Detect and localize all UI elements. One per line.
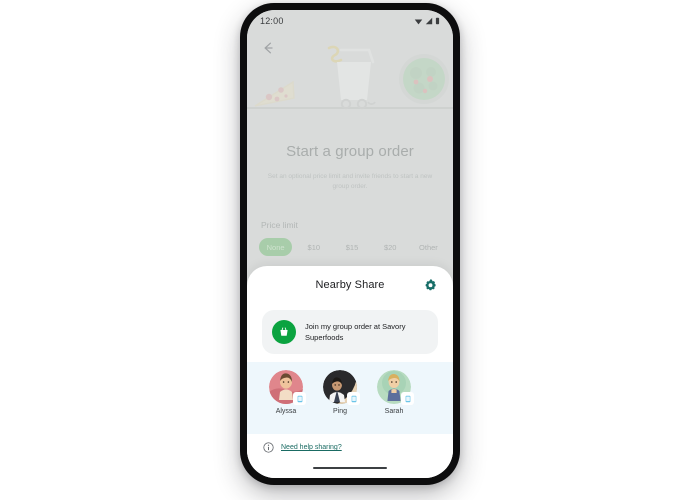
- price-chip-15[interactable]: $15: [335, 238, 368, 256]
- salad-bowl-illustration: [397, 52, 451, 106]
- home-indicator[interactable]: [313, 466, 387, 469]
- wifi-icon: [414, 19, 423, 25]
- phone-device-frame: Start a group order Set an optional pric…: [240, 3, 460, 485]
- avatar-wrap: [323, 370, 360, 405]
- contact-alyssa[interactable]: Alyssa: [265, 370, 307, 415]
- avatar-wrap: [377, 370, 414, 405]
- share-preview-card: Join my group order at Savory Superfoods: [262, 310, 438, 354]
- contact-ping[interactable]: Ping: [319, 370, 361, 415]
- nearby-contacts-row: Alyssa Ping Sarah: [259, 370, 441, 426]
- page-title: Start a group order: [286, 143, 414, 160]
- screenshot-stage: Start a group order Set an optional pric…: [0, 0, 700, 500]
- phone-screen: Start a group order Set an optional pric…: [247, 10, 453, 478]
- phone-device-icon: [293, 392, 306, 405]
- contact-name: Ping: [332, 408, 347, 415]
- back-arrow-icon: [264, 42, 273, 54]
- contact-name: Sarah: [384, 408, 404, 415]
- nearby-share-sheet: Nearby Share Join my group order at Savo…: [247, 266, 453, 478]
- sheet-header: Nearby Share: [247, 266, 453, 304]
- battery-icon: [435, 17, 440, 25]
- shopping-basket-icon: [272, 320, 296, 344]
- status-bar: 12:00: [247, 10, 453, 32]
- price-chip-10[interactable]: $10: [297, 238, 330, 256]
- info-icon: [263, 442, 274, 453]
- help-row: Need help sharing?: [263, 442, 342, 453]
- price-chip-20[interactable]: $20: [374, 238, 407, 256]
- share-preview-text: Join my group order at Savory Superfoods: [305, 321, 406, 342]
- price-limit-chip-group: None $10 $15 $20 Other: [259, 238, 445, 256]
- phone-device-icon: [401, 392, 414, 405]
- status-bar-icons: [414, 17, 440, 25]
- settings-gear-button[interactable]: [422, 277, 439, 294]
- gear-icon: [425, 279, 436, 291]
- price-limit-label: Price limit: [261, 220, 298, 230]
- sheet-title: Nearby Share: [315, 279, 385, 291]
- contact-name: Alyssa: [275, 408, 297, 415]
- price-chip-other[interactable]: Other: [412, 238, 445, 256]
- price-chip-none[interactable]: None: [259, 238, 293, 256]
- status-bar-time: 12:00: [260, 16, 284, 26]
- need-help-sharing-link[interactable]: Need help sharing?: [281, 444, 342, 451]
- phone-device-icon: [347, 392, 360, 405]
- pizza-slice-illustration: [253, 76, 297, 110]
- back-button[interactable]: [258, 38, 278, 58]
- page-subtitle: Set an optional price limit and invite f…: [267, 173, 433, 191]
- avatar-wrap: [269, 370, 306, 405]
- shopping-cart-illustration: [315, 40, 387, 110]
- signal-icon: [425, 17, 433, 25]
- contact-sarah[interactable]: Sarah: [373, 370, 415, 415]
